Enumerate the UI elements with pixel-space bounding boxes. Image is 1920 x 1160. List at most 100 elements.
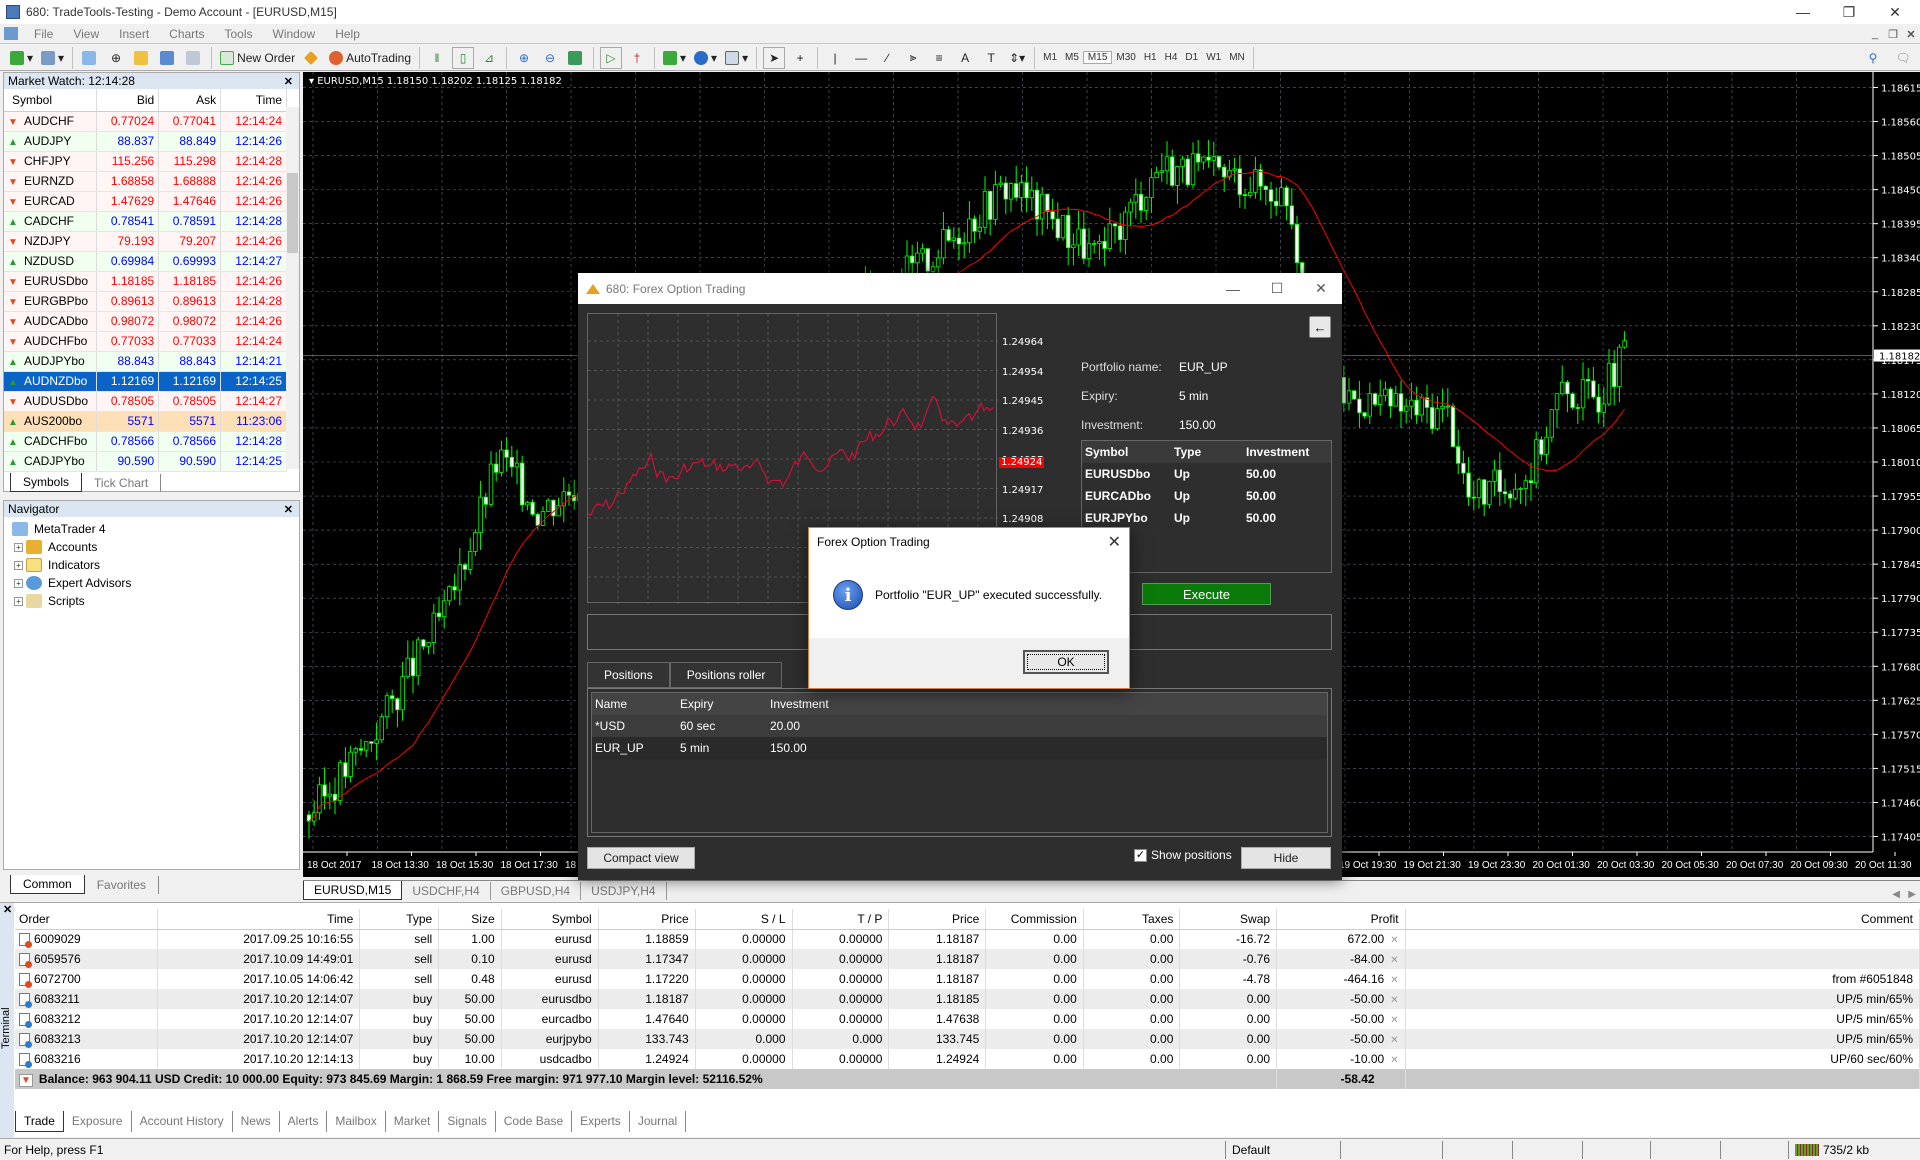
vertical-line-button[interactable]: | (824, 47, 846, 69)
column-header[interactable]: Commission (985, 909, 1084, 930)
terminal-tab-experts[interactable]: Experts (572, 1111, 630, 1132)
close-order-icon[interactable]: ✕ (1390, 975, 1398, 986)
mdi-restore-button[interactable]: ❐ (1884, 26, 1902, 42)
back-button[interactable]: ← (1309, 316, 1331, 338)
line-chart-button[interactable]: ⊿ (478, 47, 500, 69)
minimize-button[interactable]: — (1780, 0, 1826, 24)
profiles-button[interactable]: ▾ (39, 47, 66, 69)
terminal-tab-alerts[interactable]: Alerts (280, 1111, 328, 1132)
timeframe-m5[interactable]: M5 (1061, 52, 1083, 63)
close-order-icon[interactable]: ✕ (1390, 935, 1398, 946)
tab-common[interactable]: Common (10, 875, 85, 894)
checkbox-checked-icon[interactable]: ✓ (1134, 848, 1147, 862)
tab-positions[interactable]: Positions (587, 662, 670, 688)
dialog-minimize-button[interactable]: — (1216, 273, 1250, 304)
dialog-close-button[interactable]: ✕ (1304, 273, 1338, 304)
expand-icon[interactable]: + (14, 578, 23, 588)
close-button[interactable]: ✕ (1872, 0, 1918, 24)
tab-symbols[interactable]: Symbols (10, 473, 83, 492)
periods-button[interactable]: ▾ (692, 47, 719, 69)
tab-scroll-left[interactable]: ◀ (1892, 889, 1900, 900)
expand-icon[interactable]: + (14, 596, 23, 606)
bar-chart-button[interactable]: ‖ (426, 47, 448, 69)
fibonacci-button[interactable]: ≡ (928, 47, 950, 69)
data-window-button[interactable]: ⊕ (105, 47, 127, 69)
autotrading-button[interactable]: AutoTrading (327, 47, 413, 69)
column-header[interactable]: Comment (1405, 909, 1920, 930)
column-symbol[interactable]: Symbol (4, 89, 98, 112)
portfolio-row[interactable]: EURJPYbo Up 50.00 (1082, 507, 1331, 529)
column-header[interactable]: Swap (1179, 909, 1278, 930)
portfolio-row[interactable]: EURCADbo Up 50.00 (1082, 485, 1331, 507)
column-header[interactable]: S / L (695, 909, 793, 930)
tab-positions-roller[interactable]: Positions roller (669, 662, 783, 688)
column-time[interactable]: Time (220, 89, 287, 112)
trade-row[interactable]: 6083216 2017.10.20 12:14:13 buy 10.00 usdcad… (15, 1049, 1920, 1069)
ok-button[interactable]: OK (1023, 650, 1109, 674)
market-watch-row[interactable]: ▲ CADCHFbo 0.78566 0.78566 12:14:28 (4, 431, 287, 452)
column-header[interactable]: Type (359, 909, 440, 930)
column-header[interactable]: T / P (792, 909, 890, 930)
terminal-tab-news[interactable]: News (233, 1111, 280, 1132)
terminal-tab-account-history[interactable]: Account History (132, 1111, 233, 1132)
close-order-icon[interactable]: ✕ (1390, 1015, 1398, 1026)
column-header[interactable]: Size (438, 909, 502, 930)
strategy-tester-button[interactable] (183, 47, 205, 69)
timeframe-h1[interactable]: H1 (1140, 52, 1161, 63)
terminal-button[interactable] (157, 47, 179, 69)
timeframe-mn[interactable]: MN (1225, 52, 1249, 63)
tile-windows-button[interactable] (565, 47, 587, 69)
search-button[interactable]: ⚲ (1862, 47, 1884, 69)
terminal-tab-mailbox[interactable]: Mailbox (327, 1111, 386, 1132)
trade-row[interactable]: 6072700 2017.10.05 14:06:42 sell 0.48 eurusd… (15, 969, 1920, 989)
cursor-button[interactable]: ➤ (763, 46, 786, 69)
trade-row[interactable]: 6009029 2017.09.25 10:16:55 sell 1.00 eurusd… (15, 929, 1920, 949)
nav-item-indicators[interactable]: + Indicators (4, 556, 299, 574)
expand-icon[interactable]: + (14, 560, 23, 570)
mdi-minimize-button[interactable]: _ (1866, 26, 1884, 42)
menu-insert[interactable]: Insert (109, 27, 159, 41)
scrollbar-thumb[interactable] (287, 173, 298, 253)
expand-icon[interactable]: + (14, 542, 23, 552)
terminal-tab-exposure[interactable]: Exposure (64, 1111, 132, 1132)
show-positions-checkbox[interactable]: ✓ Show positions (1134, 848, 1232, 862)
close-order-icon[interactable]: ✕ (1390, 1055, 1398, 1066)
market-watch-row[interactable]: ▼ AUDCHF 0.77024 0.77041 12:14:24 (4, 111, 287, 132)
column-header[interactable]: Profit (1276, 909, 1406, 930)
market-watch-row[interactable]: ▼ AUDCHFbo 0.77033 0.77033 12:14:24 (4, 331, 287, 352)
market-watch-row[interactable]: ▼ EURUSDbo 1.18185 1.18185 12:14:26 (4, 271, 287, 292)
equidistant-channel-button[interactable]: ⫸ (902, 47, 924, 69)
navigator-button[interactable] (131, 47, 153, 69)
trade-row[interactable]: 6083212 2017.10.20 12:14:07 buy 50.00 eurcad… (15, 1009, 1920, 1029)
chart-tab-usdjpy-h4[interactable]: USDJPY,H4 (581, 882, 667, 900)
market-watch-row[interactable]: ▼ CHFJPY 115.256 115.298 12:14:28 (4, 151, 287, 172)
terminal-tab-market[interactable]: Market (386, 1111, 440, 1132)
hide-button[interactable]: Hide (1241, 847, 1331, 869)
column-header[interactable]: Price (888, 909, 987, 930)
connection-status[interactable]: 735/2 kb (1788, 1141, 1869, 1159)
market-watch-close-button[interactable]: ✕ (284, 75, 293, 88)
column-bid[interactable]: Bid (96, 89, 160, 112)
chat-button[interactable]: 🗨 (1892, 47, 1914, 69)
column-header[interactable]: Symbol (501, 909, 599, 930)
market-watch-row[interactable]: ▲ CADJPYbo 90.590 90.590 12:14:25 (4, 451, 287, 472)
chart-shift-button[interactable]: † (626, 47, 648, 69)
market-watch-row[interactable]: ▼ EURGBPbo 0.89613 0.89613 12:14:28 (4, 291, 287, 312)
menu-view[interactable]: View (63, 27, 109, 41)
column-header[interactable]: Time (157, 909, 361, 930)
market-watch-row[interactable]: ▲ NZDUSD 0.69984 0.69993 12:14:27 (4, 251, 287, 272)
trade-row[interactable]: 6083213 2017.10.20 12:14:07 buy 50.00 eurjpy… (15, 1029, 1920, 1049)
menu-help[interactable]: Help (325, 27, 370, 41)
metaeditor-button[interactable] (301, 47, 323, 69)
position-row[interactable]: *USD 60 sec 20.00 (592, 715, 1327, 737)
market-watch-row[interactable]: ▼ NZDJPY 79.193 79.207 12:14:26 (4, 231, 287, 252)
market-watch-row[interactable]: ▲ AUS200bo 5571 5571 11:23:06 (4, 411, 287, 432)
menu-window[interactable]: Window (263, 27, 326, 41)
position-row[interactable]: EUR_UP 5 min 150.00 (592, 737, 1327, 759)
nav-item-accounts[interactable]: + Accounts (4, 538, 299, 556)
market-watch-row[interactable]: ▲ AUDJPY 88.837 88.849 12:14:26 (4, 131, 287, 152)
mdi-close-button[interactable]: ✕ (1902, 26, 1920, 42)
crosshair-button[interactable]: + (789, 47, 811, 69)
market-watch-row[interactable]: ▲ AUDJPYbo 88.843 88.843 12:14:21 (4, 351, 287, 372)
timeframe-m1[interactable]: M1 (1039, 52, 1061, 63)
